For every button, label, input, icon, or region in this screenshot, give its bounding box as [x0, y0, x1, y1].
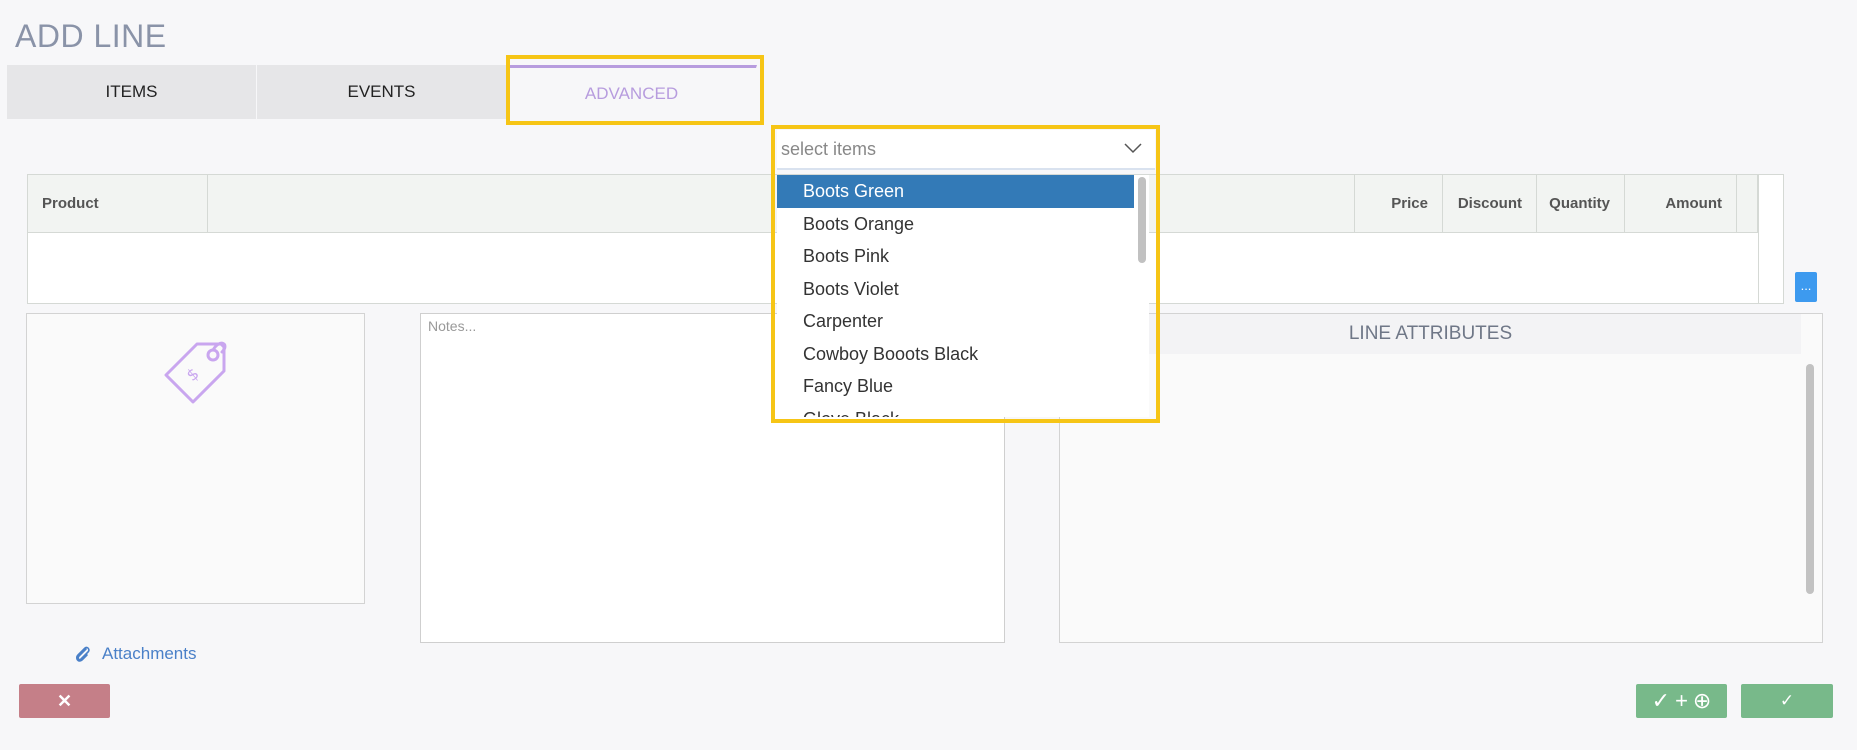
dropdown-option[interactable]: Glove Black [777, 403, 1134, 418]
attachments-link[interactable]: Attachments [74, 644, 197, 664]
dropdown-list: Boots Green Boots Orange Boots Pink Boots V… [777, 175, 1149, 417]
chevron-down-icon[interactable] [1123, 141, 1143, 155]
col-amount[interactable]: Amount [1625, 175, 1737, 232]
select-items-dropdown: Boots Green Boots Orange Boots Pink Boots V… [777, 175, 1149, 417]
paperclip-icon [75, 646, 90, 662]
tab-items[interactable]: ITEMS [7, 65, 257, 119]
col-quantity[interactable]: Quantity [1537, 175, 1625, 232]
dropdown-option[interactable]: Boots Pink [777, 240, 1134, 273]
tab-bar: ITEMS EVENTS ADVANCED [7, 65, 757, 119]
price-tag-icon: $ [164, 341, 227, 404]
attributes-scrollbar[interactable] [1806, 364, 1814, 594]
dropdown-option[interactable]: Cowboy Booots Black [777, 338, 1134, 371]
col-product[interactable]: Product [28, 175, 208, 232]
check-icon: ✓ [1779, 691, 1795, 710]
attachments-label: Attachments [102, 644, 197, 663]
cancel-button[interactable]: ✕ [19, 684, 110, 718]
dropdown-scrollbar[interactable] [1138, 177, 1146, 263]
page-title: ADD LINE [15, 18, 167, 54]
plus-icon: + [1675, 688, 1688, 713]
save-button[interactable]: ✓ [1741, 684, 1833, 718]
save-and-add-button[interactable]: ✓ + ⊕ [1636, 684, 1727, 718]
tab-advanced[interactable]: ADVANCED [507, 65, 757, 119]
line-attributes-panel: LINE ATTRIBUTES [1059, 313, 1823, 643]
select-items-combobox[interactable] [777, 130, 1155, 170]
line-attributes-title: LINE ATTRIBUTES [1060, 314, 1801, 354]
tab-events[interactable]: EVENTS [257, 65, 507, 119]
add-circle-icon: ⊕ [1692, 688, 1712, 713]
check-icon: ✓ [1651, 688, 1671, 713]
grid-scroll-track[interactable] [1758, 175, 1783, 303]
svg-text:$: $ [183, 364, 203, 385]
dropdown-option[interactable]: Boots Green [777, 175, 1134, 208]
grid-more-button[interactable]: ... [1795, 272, 1817, 302]
select-items-input[interactable] [781, 136, 1101, 162]
item-image-panel[interactable]: $ [26, 313, 365, 604]
dropdown-option[interactable]: Boots Violet [777, 273, 1134, 306]
dropdown-option[interactable]: Fancy Blue [777, 370, 1134, 403]
col-spacer [1737, 175, 1758, 232]
dropdown-option[interactable]: Boots Orange [777, 208, 1134, 241]
col-price[interactable]: Price [1355, 175, 1443, 232]
dropdown-option[interactable]: Carpenter [777, 305, 1134, 338]
col-discount[interactable]: Discount [1443, 175, 1537, 232]
